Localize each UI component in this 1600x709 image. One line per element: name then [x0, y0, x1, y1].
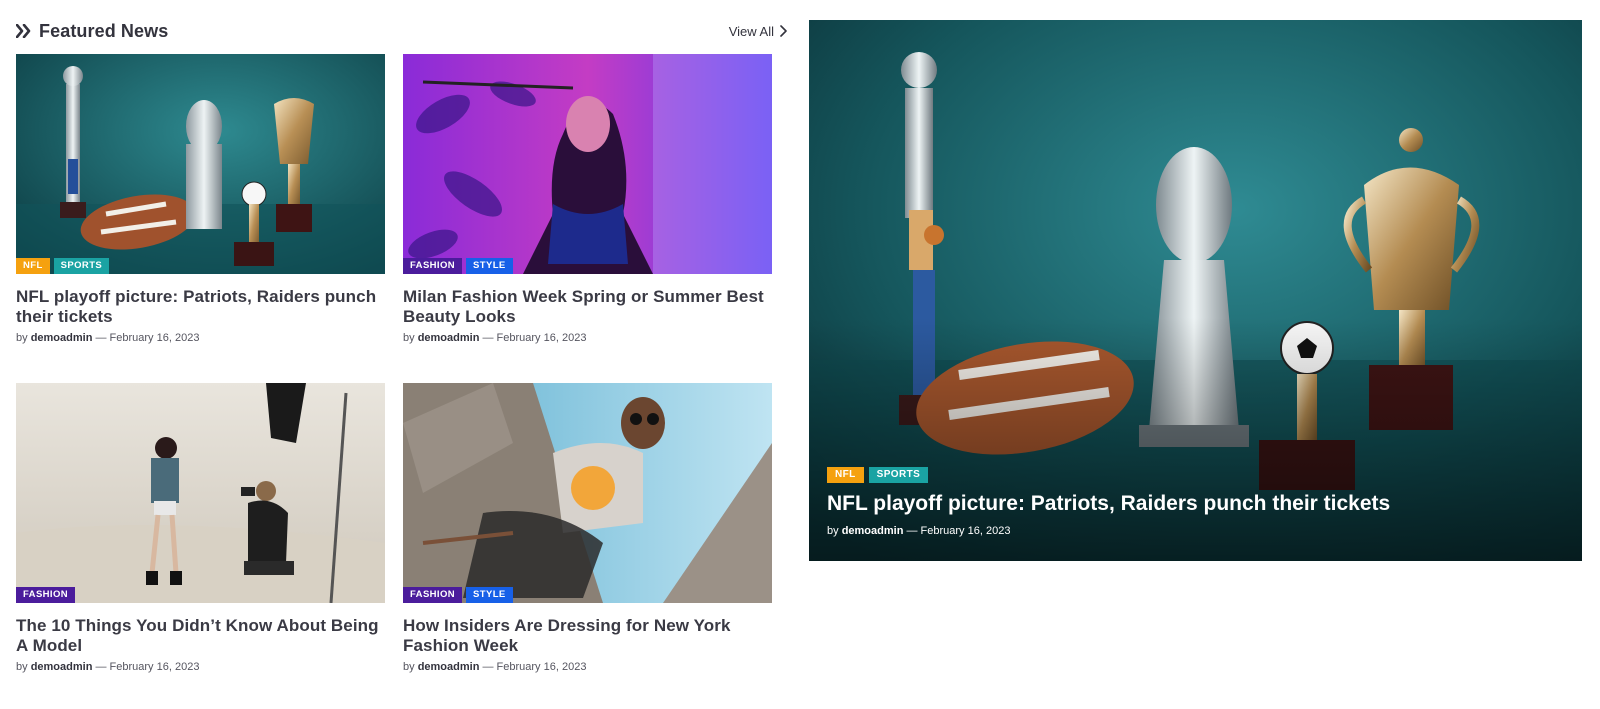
post-date: — February 16, 2023 [95, 332, 200, 344]
card-title[interactable]: The 10 Things You Didn’t Know About Bein… [16, 616, 385, 656]
tag-style[interactable]: STYLE [466, 587, 513, 603]
tag-fashion[interactable]: FASHION [403, 587, 463, 603]
hero-featured-post[interactable]: NFL SPORTS NFL playoff picture: Patriots… [809, 20, 1582, 561]
author-link[interactable]: demoadmin [842, 525, 904, 537]
studio-photoshoot-image[interactable]: FASHION [16, 383, 385, 603]
view-all-link[interactable]: View All [729, 24, 787, 39]
author-link[interactable]: demoadmin [31, 332, 93, 344]
news-card[interactable]: FASHION STYLE How Insiders Are Dressing … [403, 383, 772, 673]
post-date: — February 16, 2023 [95, 661, 200, 673]
card-meta: by demoadmin — February 16, 2023 [403, 332, 772, 344]
sunglasses-portrait-image[interactable]: FASHION STYLE [403, 383, 772, 603]
tag-sports[interactable]: SPORTS [53, 258, 110, 274]
author-link[interactable]: demoadmin [418, 332, 480, 344]
author-link[interactable]: demoadmin [31, 661, 93, 673]
post-date: — February 16, 2023 [482, 332, 587, 344]
chevron-right-icon [780, 25, 787, 37]
view-all-label: View All [728, 23, 774, 39]
card-meta: by demoadmin — February 16, 2023 [403, 661, 772, 673]
tag-fashion[interactable]: FASHION [403, 258, 463, 274]
section-title: Featured News [16, 21, 168, 42]
tag-nfl[interactable]: NFL [827, 467, 864, 483]
card-title[interactable]: NFL playoff picture: Patriots, Raiders p… [16, 287, 385, 327]
hero-caption: NFL SPORTS NFL playoff picture: Patriots… [827, 467, 1390, 537]
post-date: — February 16, 2023 [906, 525, 1011, 537]
byline-prefix: by [403, 661, 415, 673]
news-card[interactable]: FASHION The 10 Things You Didn’t Know Ab… [16, 383, 385, 673]
tag-sports[interactable]: SPORTS [868, 467, 929, 483]
byline-prefix: by [403, 332, 415, 344]
tag-fashion[interactable]: FASHION [16, 587, 76, 603]
card-title[interactable]: How Insiders Are Dressing for New York F… [403, 616, 772, 656]
author-link[interactable]: demoadmin [418, 661, 480, 673]
card-tags: NFL SPORTS [16, 258, 110, 274]
hero-tags: NFL SPORTS [827, 467, 1390, 483]
card-meta: by demoadmin — February 16, 2023 [16, 661, 385, 673]
card-tags: FASHION STYLE [403, 258, 513, 274]
tag-style[interactable]: STYLE [466, 258, 513, 274]
card-title[interactable]: Milan Fashion Week Spring or Summer Best… [403, 287, 772, 327]
featured-news-header: Featured News View All [16, 18, 787, 44]
card-tags: FASHION [16, 587, 76, 603]
neon-portrait-image[interactable]: FASHION STYLE [403, 54, 772, 274]
card-tags: FASHION STYLE [403, 587, 513, 603]
trophies-image[interactable]: NFL SPORTS [16, 54, 385, 274]
news-card[interactable]: NFL SPORTS NFL playoff picture: Patriots… [16, 54, 385, 344]
tag-nfl[interactable]: NFL [16, 258, 50, 274]
news-card[interactable]: FASHION STYLE Milan Fashion Week Spring … [403, 54, 772, 344]
section-heading: Featured News [39, 20, 169, 41]
byline-prefix: by [16, 332, 28, 344]
double-chevron-right-icon [16, 24, 31, 38]
byline-prefix: by [16, 661, 28, 673]
byline-prefix: by [827, 525, 839, 537]
card-meta: by demoadmin — February 16, 2023 [16, 332, 385, 344]
post-date: — February 16, 2023 [482, 661, 587, 673]
hero-title[interactable]: NFL playoff picture: Patriots, Raiders p… [827, 491, 1390, 517]
hero-meta: by demoadmin — February 16, 2023 [827, 525, 1390, 537]
